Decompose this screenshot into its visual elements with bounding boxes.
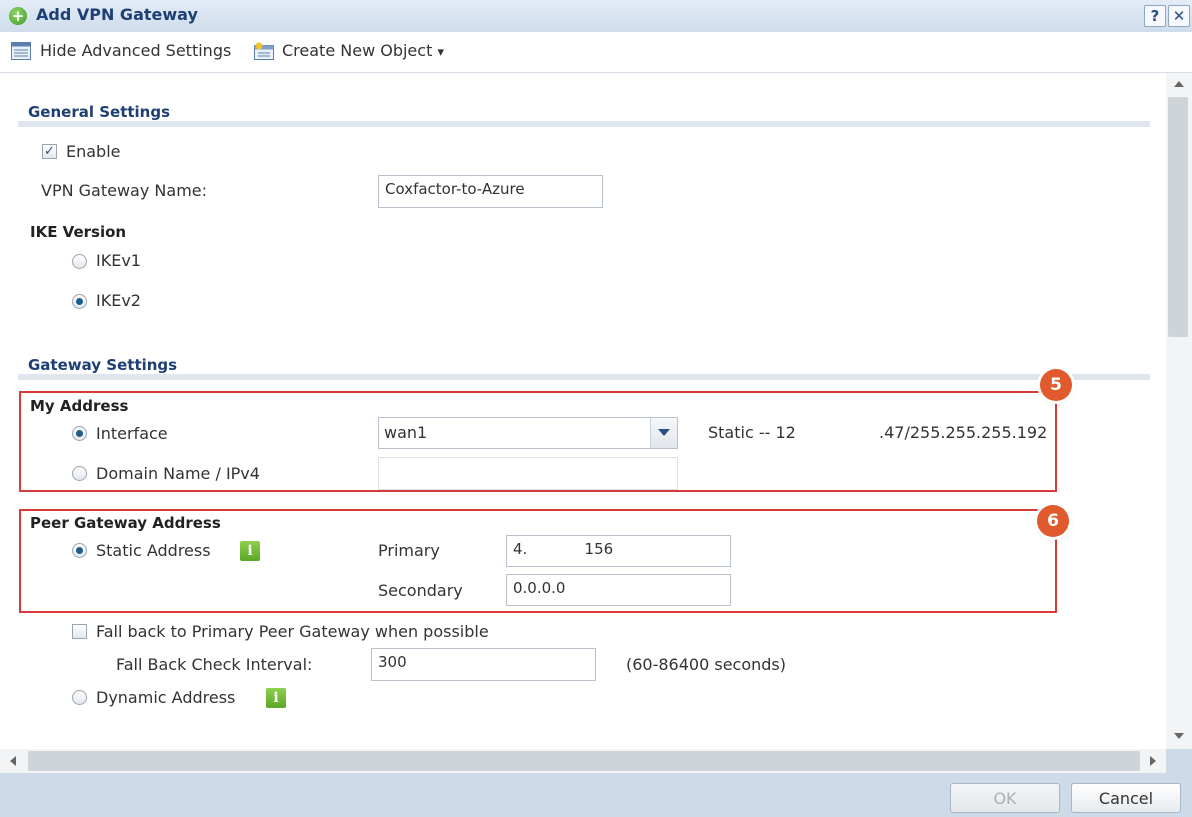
enable-label: Enable bbox=[66, 142, 121, 161]
scroll-down-icon[interactable] bbox=[1174, 733, 1184, 739]
domain-name-label: Domain Name / IPv4 bbox=[96, 464, 260, 483]
horizontal-scrollbar[interactable] bbox=[0, 749, 1166, 773]
list-icon bbox=[11, 42, 31, 60]
info-icon[interactable]: i bbox=[266, 688, 286, 708]
toolbar: Hide Advanced Settings Create New Object… bbox=[0, 32, 1192, 73]
interface-select-value: wan1 bbox=[384, 423, 428, 442]
primary-input[interactable]: 4. 156 bbox=[506, 535, 731, 567]
step-badge: 5 bbox=[1040, 369, 1072, 401]
scroll-up-icon[interactable] bbox=[1174, 81, 1184, 87]
section-divider bbox=[18, 374, 1150, 380]
fallback-interval-input[interactable]: 300 bbox=[371, 648, 596, 681]
gateway-name-input[interactable]: Coxfactor-to-Azure bbox=[378, 175, 603, 208]
interface-address: .47/255.255.255.192 bbox=[879, 423, 1048, 442]
dynamic-address-label: Dynamic Address bbox=[96, 688, 236, 707]
interface-label: Interface bbox=[96, 424, 168, 443]
domain-name-radio[interactable] bbox=[72, 466, 87, 481]
vertical-scrollbar[interactable] bbox=[1166, 73, 1192, 749]
section-divider bbox=[18, 121, 1150, 127]
scroll-left-icon[interactable] bbox=[10, 756, 16, 766]
ok-button[interactable]: OK bbox=[950, 783, 1060, 813]
close-button[interactable]: ✕ bbox=[1168, 5, 1190, 27]
hide-advanced-settings-button[interactable]: Hide Advanced Settings bbox=[40, 41, 231, 60]
chevron-down-icon bbox=[650, 418, 677, 448]
horizontal-scroll-thumb[interactable] bbox=[28, 751, 1140, 771]
add-icon: + bbox=[9, 7, 27, 25]
help-button[interactable]: ? bbox=[1144, 5, 1166, 27]
ikev1-label: IKEv1 bbox=[96, 251, 141, 270]
ike-version-title: IKE Version bbox=[30, 223, 127, 241]
static-address-label: Static Address bbox=[96, 541, 211, 560]
dialog-footer: OK Cancel bbox=[0, 773, 1192, 817]
peer-gateway-title: Peer Gateway Address bbox=[30, 514, 221, 532]
interface-radio[interactable] bbox=[72, 426, 87, 441]
secondary-input[interactable]: 0.0.0.0 bbox=[506, 574, 731, 606]
fallback-checkbox[interactable] bbox=[72, 624, 87, 639]
gateway-name-label: VPN Gateway Name: bbox=[41, 181, 208, 200]
interface-select[interactable]: wan1 bbox=[378, 417, 678, 449]
gateway-settings-title: Gateway Settings bbox=[28, 356, 178, 374]
enable-checkbox[interactable]: ✓ bbox=[42, 144, 57, 159]
general-settings-title: General Settings bbox=[28, 103, 171, 121]
primary-label: Primary bbox=[378, 541, 440, 560]
ikev2-label: IKEv2 bbox=[96, 291, 141, 310]
dynamic-address-radio[interactable] bbox=[72, 690, 87, 705]
content-panel: General Settings ✓ Enable VPN Gateway Na… bbox=[0, 73, 1166, 749]
fallback-range-hint: (60-86400 seconds) bbox=[626, 655, 786, 674]
vertical-scroll-thumb[interactable] bbox=[1168, 97, 1188, 337]
new-object-icon bbox=[254, 42, 274, 60]
info-icon[interactable]: i bbox=[240, 541, 260, 561]
fallback-interval-label: Fall Back Check Interval: bbox=[116, 655, 313, 674]
cancel-button[interactable]: Cancel bbox=[1071, 783, 1181, 813]
window-title: Add VPN Gateway bbox=[36, 5, 198, 24]
interface-status: Static -- 12 bbox=[708, 423, 796, 442]
create-new-object-button[interactable]: Create New Object ▾ bbox=[282, 41, 444, 60]
secondary-label: Secondary bbox=[378, 581, 463, 600]
create-new-object-label: Create New Object bbox=[282, 41, 433, 60]
my-address-title: My Address bbox=[30, 397, 129, 415]
chevron-down-icon: ▾ bbox=[437, 45, 444, 60]
ikev2-radio[interactable] bbox=[72, 294, 87, 309]
fallback-label: Fall back to Primary Peer Gateway when p… bbox=[96, 622, 489, 641]
ikev1-radio[interactable] bbox=[72, 254, 87, 269]
title-bar: + Add VPN Gateway ? ✕ bbox=[0, 0, 1192, 32]
scroll-right-icon[interactable] bbox=[1150, 756, 1156, 766]
domain-name-input[interactable] bbox=[378, 457, 678, 490]
static-address-radio[interactable] bbox=[72, 543, 87, 558]
step-badge: 6 bbox=[1037, 505, 1069, 537]
